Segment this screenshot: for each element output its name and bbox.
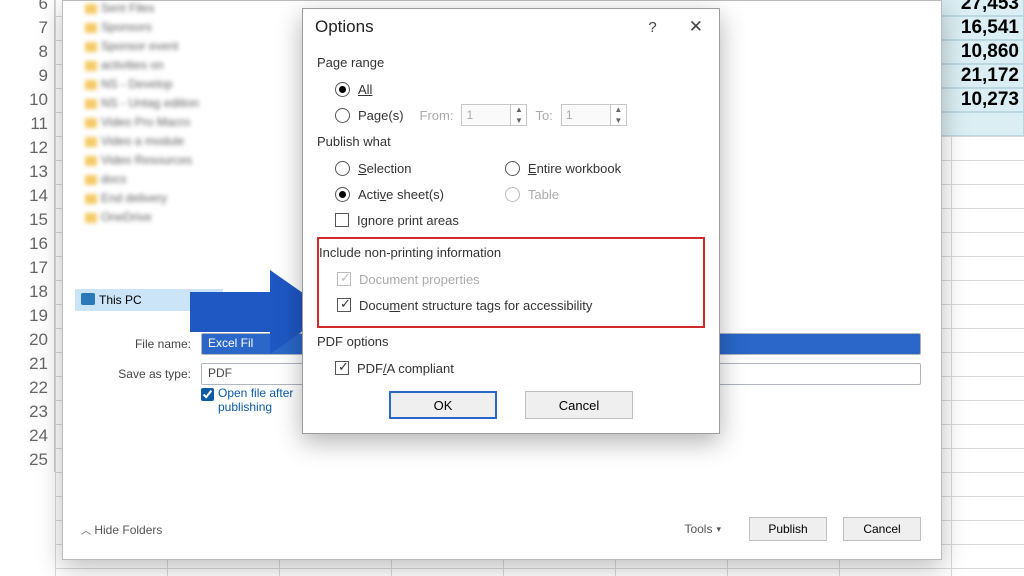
row-header[interactable]: 13 bbox=[0, 160, 55, 184]
folder-item[interactable]: NS - Untag edition bbox=[79, 96, 219, 115]
folder-item[interactable]: NS - Develop bbox=[79, 77, 219, 96]
cell[interactable]: 10,273 bbox=[936, 88, 1024, 112]
row-header[interactable]: 10 bbox=[0, 88, 55, 112]
row-header[interactable]: 24 bbox=[0, 424, 55, 448]
radio-selection[interactable]: Selection bbox=[335, 155, 459, 181]
row-header[interactable]: 23 bbox=[0, 400, 55, 424]
folder-item[interactable]: Sent Files bbox=[79, 1, 219, 20]
nonprint-title: Include non-printing information bbox=[319, 245, 699, 260]
folder-item[interactable]: Video a module bbox=[79, 134, 219, 153]
cancel-button[interactable]: Cancel bbox=[525, 391, 633, 419]
options-dialog: Options ? ✕ Page range All Page(s) From:… bbox=[302, 8, 720, 434]
check-pdfa[interactable]: PDF/A compliant bbox=[335, 355, 705, 381]
pdf-options-title: PDF options bbox=[317, 334, 705, 349]
row-header[interactable]: 25 bbox=[0, 448, 55, 472]
to-spinner[interactable]: ▲▼ bbox=[561, 104, 627, 126]
cell[interactable]: 21,172 bbox=[936, 64, 1024, 88]
folder-item[interactable]: Video Resources bbox=[79, 153, 219, 172]
open-after-checkbox[interactable]: Open file after publishing bbox=[201, 386, 308, 415]
from-label: From: bbox=[420, 108, 454, 123]
hide-folders-toggle[interactable]: ︿ Hide Folders bbox=[81, 522, 162, 537]
sidebar-item-this-pc[interactable]: This PC bbox=[75, 289, 223, 311]
tools-menu[interactable]: Tools▾ bbox=[684, 522, 721, 536]
check-doc-structure[interactable]: Document structure tags for accessibilit… bbox=[337, 292, 699, 318]
radio-entire-workbook[interactable]: Entire workbook bbox=[505, 155, 621, 181]
row-header[interactable]: 14 bbox=[0, 184, 55, 208]
radio-all[interactable]: All bbox=[335, 76, 705, 102]
row-header[interactable]: 6 bbox=[0, 0, 55, 16]
folder-item[interactable]: End delivery bbox=[79, 191, 219, 210]
row-header[interactable]: 17 bbox=[0, 256, 55, 280]
from-spinner[interactable]: ▲▼ bbox=[461, 104, 527, 126]
publish-what-title: Publish what bbox=[317, 134, 705, 149]
ok-button[interactable]: OK bbox=[389, 391, 497, 419]
folder-tree[interactable]: Sent FilesSponsorsSponsor eventactivitie… bbox=[79, 1, 219, 229]
check-ignore-print[interactable]: Ignore print areas bbox=[335, 207, 459, 233]
publish-button[interactable]: Publish bbox=[749, 517, 827, 541]
cancel-button-save[interactable]: Cancel bbox=[843, 517, 921, 541]
cell[interactable] bbox=[936, 112, 1024, 136]
check-doc-properties: Document properties bbox=[337, 266, 699, 292]
this-pc-label: This PC bbox=[99, 293, 142, 307]
folder-item[interactable]: Video Pro Macro bbox=[79, 115, 219, 134]
close-icon[interactable]: ✕ bbox=[685, 17, 707, 37]
row-header[interactable]: 11 bbox=[0, 112, 55, 136]
row-header[interactable]: 22 bbox=[0, 376, 55, 400]
folder-item[interactable]: activities on bbox=[79, 58, 219, 77]
row-header[interactable]: 20 bbox=[0, 328, 55, 352]
row-header[interactable]: 12 bbox=[0, 136, 55, 160]
folder-item[interactable]: Sponsors bbox=[79, 20, 219, 39]
row-header[interactable]: 15 bbox=[0, 208, 55, 232]
folder-item[interactable]: docs bbox=[79, 172, 219, 191]
folder-item[interactable]: Sponsor event bbox=[79, 39, 219, 58]
cell[interactable]: 16,541 bbox=[936, 16, 1024, 40]
dialog-title: Options bbox=[315, 17, 374, 37]
highlighted-section: Include non-printing information Documen… bbox=[317, 237, 705, 328]
radio-pages[interactable]: Page(s) From: ▲▼ To: ▲▼ bbox=[335, 102, 705, 128]
file-name-label: File name: bbox=[103, 337, 201, 351]
radio-active-sheets[interactable]: Active sheet(s) bbox=[335, 181, 459, 207]
to-label: To: bbox=[535, 108, 552, 123]
cell[interactable]: 27,453 bbox=[936, 0, 1024, 16]
folder-item[interactable]: OneDrive bbox=[79, 210, 219, 229]
row-header[interactable]: 7 bbox=[0, 16, 55, 40]
help-icon[interactable]: ? bbox=[648, 19, 656, 36]
row-header[interactable]: 8 bbox=[0, 40, 55, 64]
row-header[interactable]: 9 bbox=[0, 64, 55, 88]
save-type-label: Save as type: bbox=[103, 367, 201, 381]
row-header[interactable]: 18 bbox=[0, 280, 55, 304]
radio-table: Table bbox=[505, 181, 621, 207]
cell[interactable]: 10,860 bbox=[936, 40, 1024, 64]
row-header[interactable]: 21 bbox=[0, 352, 55, 376]
row-header[interactable]: 16 bbox=[0, 232, 55, 256]
page-range-title: Page range bbox=[317, 55, 705, 70]
row-header[interactable]: 19 bbox=[0, 304, 55, 328]
